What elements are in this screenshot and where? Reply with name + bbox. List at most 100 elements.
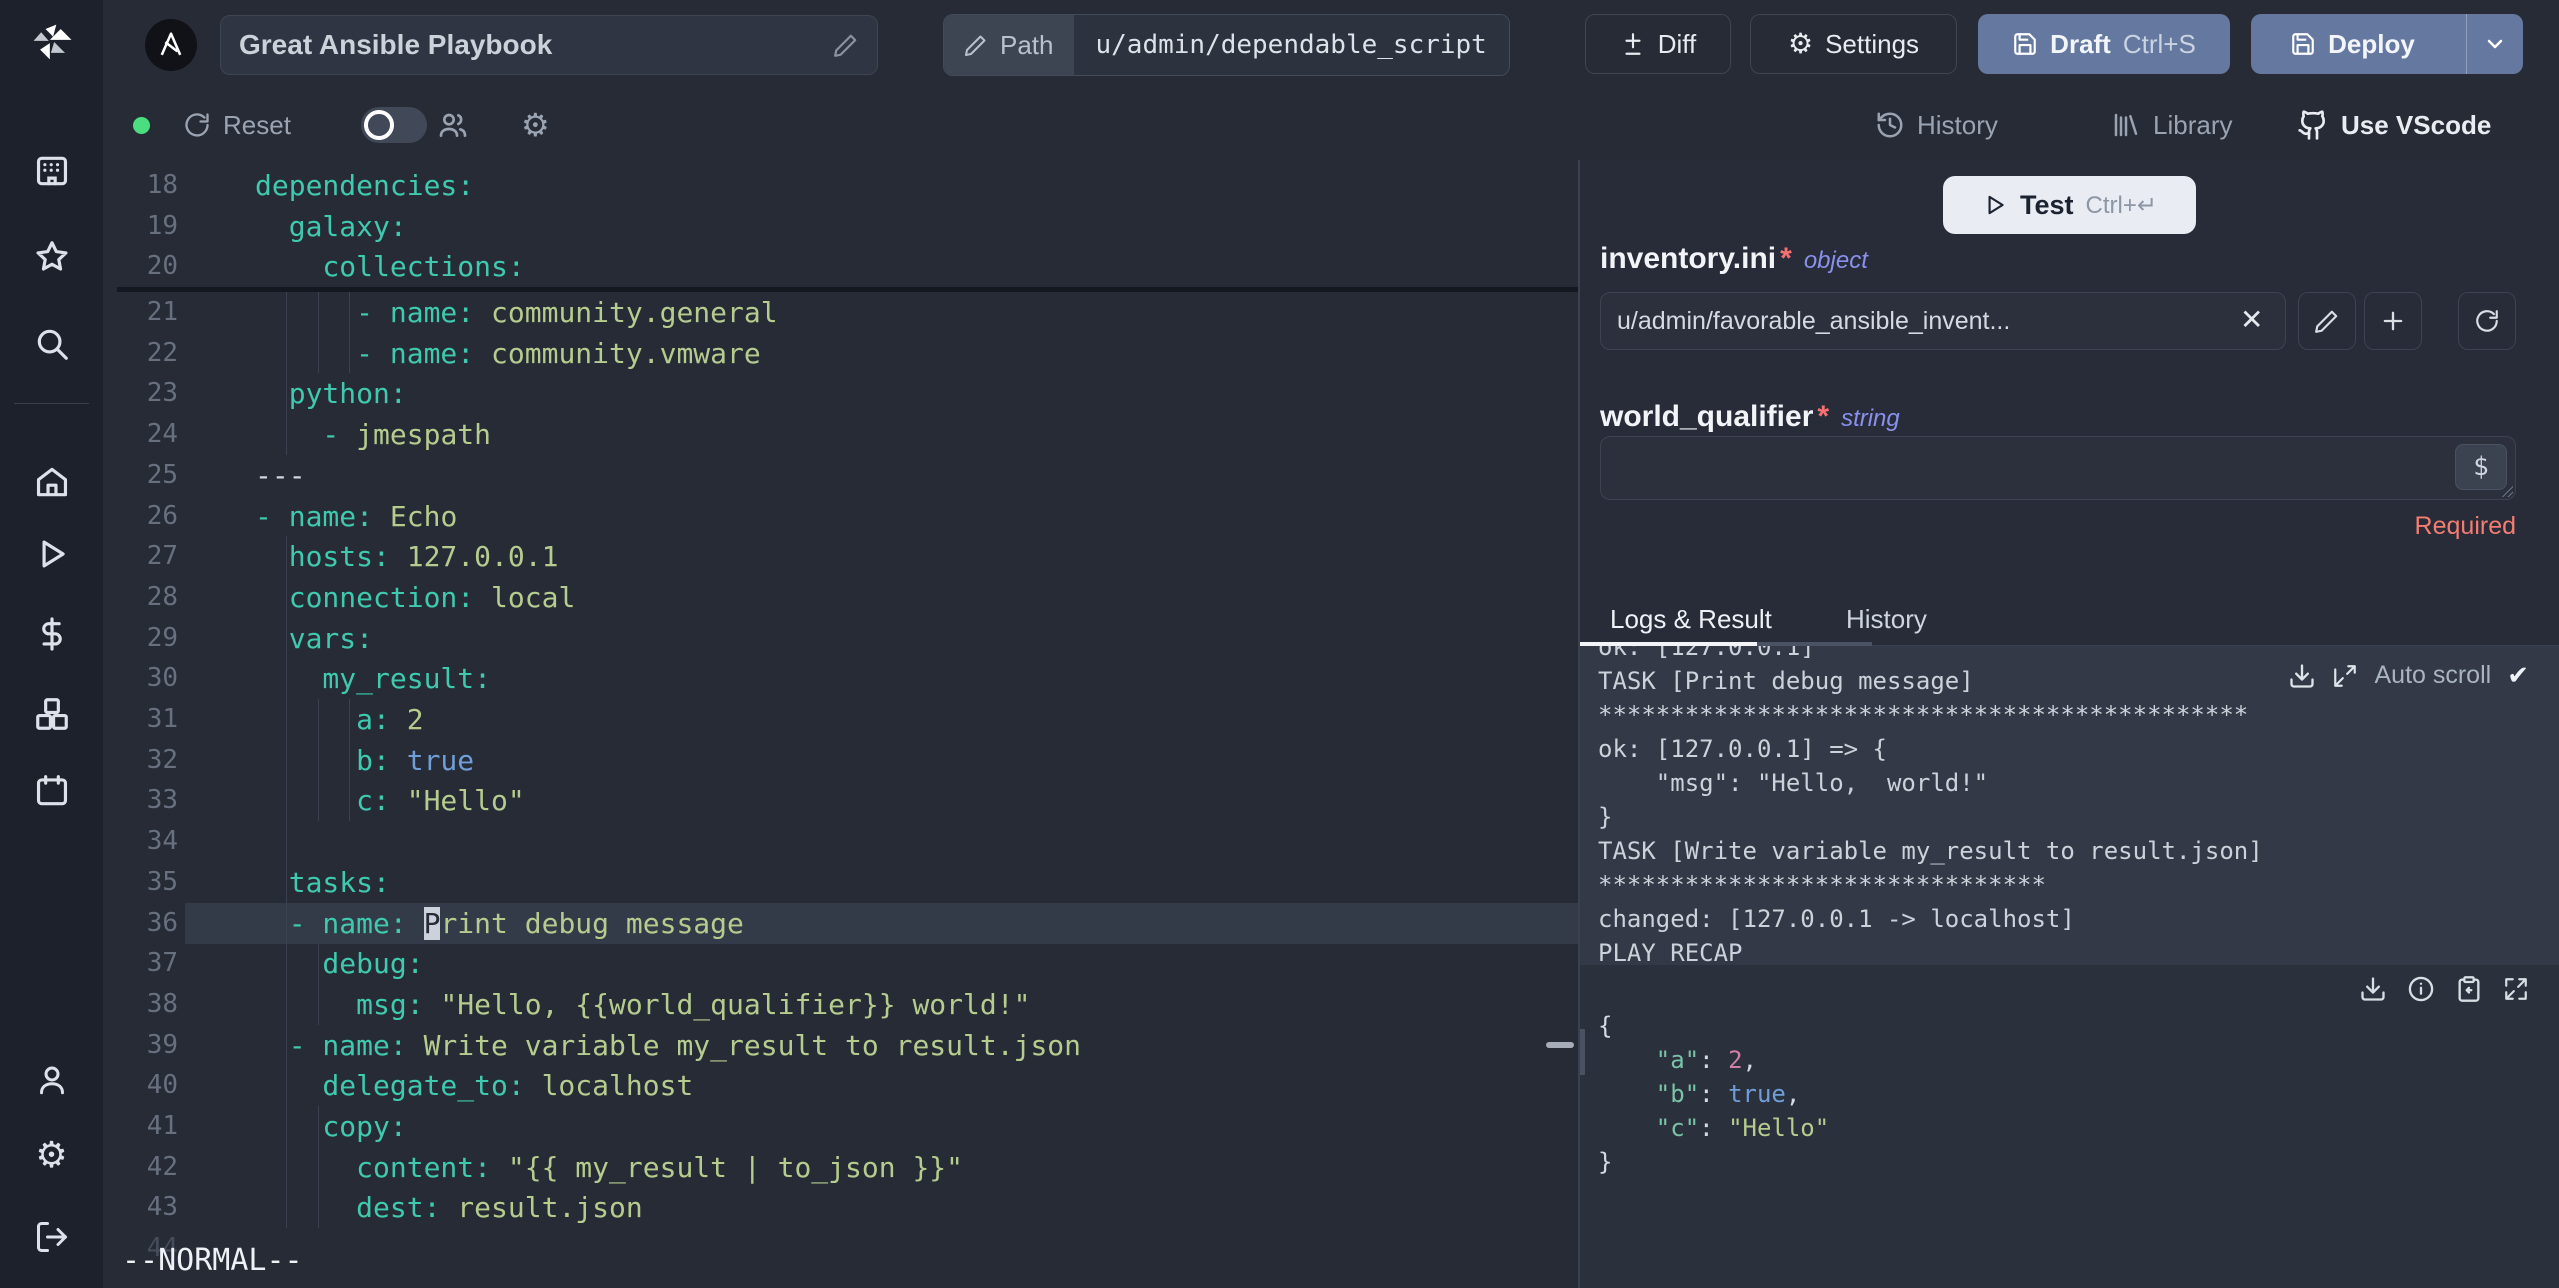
editor-settings-button[interactable]: ⚙	[521, 90, 550, 160]
code-line-20[interactable]: 20 collections:	[103, 246, 1578, 287]
sticky-scroll-separator	[117, 287, 1578, 292]
collaborators-button[interactable]	[437, 90, 469, 160]
download-result-icon[interactable]	[2359, 975, 2387, 1003]
code-line-43[interactable]: 43 dest: result.json	[103, 1187, 1578, 1228]
pane-resize-handle[interactable]	[1546, 1042, 1574, 1048]
reset-button[interactable]: Reset	[183, 90, 291, 160]
tab-logs-result[interactable]: Logs & Result	[1610, 604, 1772, 635]
edit-resource-button[interactable]	[2298, 292, 2356, 350]
history-button[interactable]: History	[1875, 90, 1998, 160]
code-line-21[interactable]: 21 - name: community.general	[103, 292, 1578, 333]
edit-path-icon	[965, 35, 986, 56]
line-number: 29	[146, 622, 178, 653]
gear-icon: ⚙	[1787, 28, 1814, 59]
diff-button[interactable]: Diff	[1585, 14, 1731, 74]
result-tools	[2359, 975, 2529, 1003]
sidebar-item-home[interactable]	[0, 463, 103, 501]
clear-resource-icon[interactable]: ✕	[2240, 306, 2263, 334]
sidebar-item-search[interactable]	[0, 325, 103, 363]
vim-mode-status: --NORMAL--	[122, 1243, 303, 1278]
insert-variable-button[interactable]: $	[2455, 444, 2507, 490]
edit-title-icon[interactable]	[833, 32, 859, 58]
code-text: - name: Print debug message	[255, 906, 744, 940]
refresh-resource-button[interactable]	[2458, 292, 2516, 350]
settings-button[interactable]: ⚙ Settings	[1750, 14, 1957, 74]
code-text: dest: result.json	[255, 1191, 643, 1225]
code-line-28[interactable]: 28 connection: local	[103, 577, 1578, 618]
line-number: 19	[146, 210, 178, 241]
code-text: collections:	[255, 250, 525, 284]
sidebar-item-variables[interactable]	[0, 615, 103, 653]
result-pane[interactable]: { "a": 2, "b": true, "c": "Hello"}	[1580, 965, 2559, 1288]
line-number: 30	[146, 663, 178, 694]
expand-logs-icon[interactable]	[2332, 663, 2358, 689]
line-number: 25	[146, 459, 178, 490]
code-line-31[interactable]: 31 a: 2	[103, 699, 1578, 740]
windmill-logo-icon[interactable]	[26, 16, 78, 68]
code-line-32[interactable]: 32 b: true	[103, 740, 1578, 781]
app-window: ⚙ Great Ansible Playbook Path u/admin/de…	[0, 0, 2559, 1288]
home-icon	[36, 467, 67, 497]
history-icon	[1877, 112, 1903, 138]
sidebar-item-resources[interactable]	[0, 695, 103, 733]
world-qualifier-textarea[interactable]: $	[1600, 436, 2516, 500]
expand-result-icon[interactable]	[2503, 976, 2529, 1002]
code-line-34[interactable]: 34	[103, 821, 1578, 862]
code-line-39[interactable]: 39 - name: Write variable my_result to r…	[103, 1025, 1578, 1066]
code-line-37[interactable]: 37 debug:	[103, 943, 1578, 984]
diff-mode-toggle[interactable]	[361, 107, 427, 143]
code-line-42[interactable]: 42 content: "{{ my_result | to_json }}"	[103, 1147, 1578, 1188]
library-button[interactable]: Library	[2111, 90, 2232, 160]
draft-button[interactable]: Draft Ctrl+S	[1978, 14, 2230, 74]
code-editor[interactable]: 18 dependencies: 19 galaxy: 20 collections:…	[103, 160, 1578, 1288]
deploy-dropdown-button[interactable]	[2466, 14, 2523, 74]
sidebar-item-apps[interactable]	[0, 152, 103, 190]
history-label: History	[1917, 109, 1998, 140]
script-title-input[interactable]: Great Ansible Playbook	[220, 15, 878, 75]
info-icon[interactable]	[2407, 975, 2435, 1003]
code-line-33[interactable]: 33 c: "Hello"	[103, 780, 1578, 821]
code-line-19[interactable]: 19 galaxy:	[103, 206, 1578, 247]
add-resource-button[interactable]	[2364, 292, 2422, 350]
sidebar-item-schedules[interactable]	[0, 772, 103, 810]
code-line-22[interactable]: 22 - name: community.vmware	[103, 333, 1578, 374]
code-line-41[interactable]: 41 copy:	[103, 1106, 1578, 1147]
line-number: 18	[146, 170, 178, 200]
code-text: - name: Write variable my_result to resu…	[255, 1028, 1082, 1062]
path-field[interactable]: Path u/admin/dependable_script	[943, 14, 1510, 76]
sidebar-item-favorites[interactable]	[0, 238, 103, 276]
code-line-25[interactable]: 25 ---	[103, 455, 1578, 496]
path-label-segment: Path	[944, 15, 1074, 75]
test-button[interactable]: Test Ctrl+↵	[1943, 176, 2196, 234]
code-line-24[interactable]: 24 - jmespath	[103, 414, 1578, 455]
use-vscode-button[interactable]: Use VScode	[2297, 90, 2491, 160]
code-line-23[interactable]: 23 python:	[103, 373, 1578, 414]
code-line-18[interactable]: 18 dependencies:	[103, 165, 1578, 206]
log-line: *******************************	[1598, 871, 2046, 899]
logs-pane[interactable]: Auto scroll ✔ ok: [127.0.0.1] TASK [Print…	[1580, 646, 2559, 965]
code-line-38[interactable]: 38 msg: "Hello, {{world_qualifier}} worl…	[103, 984, 1578, 1025]
download-logs-icon[interactable]	[2288, 662, 2316, 690]
sidebar-item-settings[interactable]: ⚙	[0, 1137, 103, 1173]
tab-history[interactable]: History	[1846, 604, 1927, 635]
line-number: 40	[146, 1070, 178, 1101]
result-scrollbar[interactable]	[1580, 1029, 1585, 1075]
code-line-36[interactable]: 36 - name: Print debug message	[103, 902, 1578, 944]
code-line-40[interactable]: 40 delegate_to: localhost	[103, 1065, 1578, 1106]
code-line-30[interactable]: 30 my_result:	[103, 658, 1578, 699]
code-text: msg: "Hello, {{world_qualifier}} world!"	[255, 987, 1031, 1021]
code-line-27[interactable]: 27 hosts: 127.0.0.1	[103, 536, 1578, 577]
sidebar-item-runs[interactable]	[0, 535, 103, 573]
code-line-44[interactable]: 44	[103, 1228, 1578, 1269]
inventory-resource-input[interactable]	[1600, 292, 2286, 350]
code-line-29[interactable]: 29 vars:	[103, 618, 1578, 659]
code-line-35[interactable]: 35 tasks:	[103, 862, 1578, 903]
sidebar-item-logout[interactable]	[0, 1219, 103, 1255]
check-icon[interactable]: ✔	[2507, 660, 2529, 691]
code-line-26[interactable]: 26 - name: Echo	[103, 496, 1578, 537]
boxes-icon	[35, 698, 68, 730]
result-line: "a": 2,	[1655, 1046, 1757, 1074]
copy-result-icon[interactable]	[2455, 975, 2483, 1003]
deploy-button[interactable]: Deploy	[2251, 14, 2454, 74]
sidebar-item-account[interactable]	[0, 1062, 103, 1098]
